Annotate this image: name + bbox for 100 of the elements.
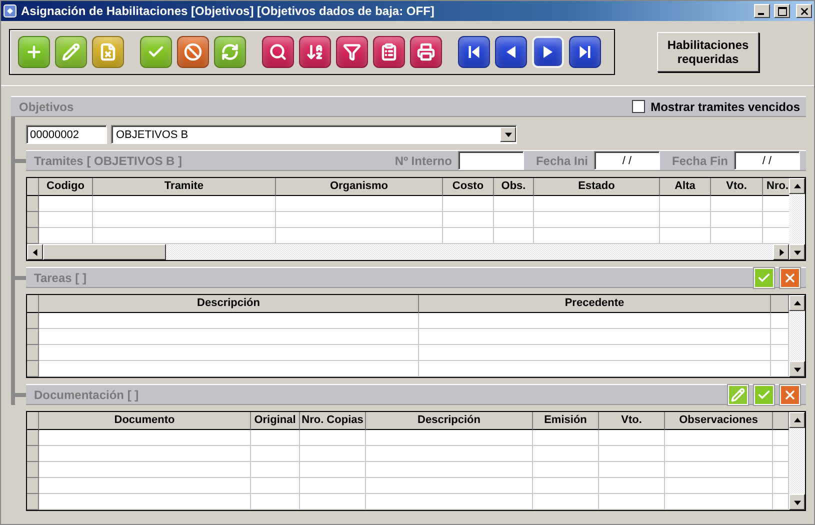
row-header[interactable]	[27, 430, 39, 446]
maximize-button[interactable]	[774, 4, 790, 18]
section-title: Documentación [ ]	[34, 388, 140, 402]
column-header[interactable]: Vto.	[711, 178, 763, 196]
row-header[interactable]	[27, 212, 39, 228]
column-header[interactable]: Obs.	[494, 178, 534, 196]
field-label: Fecha Ini	[536, 154, 588, 168]
last-record-button[interactable]	[569, 36, 601, 68]
minimize-button[interactable]	[754, 4, 770, 18]
scroll-down-button[interactable]	[789, 361, 805, 377]
table-cell	[443, 212, 494, 228]
column-header[interactable]: Descripción	[39, 295, 419, 313]
row-header[interactable]	[27, 446, 39, 462]
required-button[interactable]: Habilitaciones requeridas	[657, 32, 759, 72]
table-cell	[251, 462, 300, 478]
table-cell	[494, 212, 534, 228]
row-header[interactable]	[27, 196, 39, 212]
table-cell	[599, 462, 665, 478]
horizontal-scrollbar[interactable]	[27, 244, 789, 260]
add-button[interactable]	[18, 36, 50, 68]
column-header[interactable]: Vto.	[599, 412, 665, 430]
check-icon	[757, 270, 771, 284]
first-record-button[interactable]	[458, 36, 490, 68]
table-cell	[711, 196, 763, 212]
pencil-icon	[62, 43, 80, 61]
scroll-right-button[interactable]	[773, 244, 789, 260]
row-header[interactable]	[27, 478, 39, 494]
scroll-down-button[interactable]	[789, 244, 805, 260]
column-header[interactable]: Original	[251, 412, 300, 430]
row-header[interactable]	[27, 462, 39, 478]
refresh-button[interactable]	[214, 36, 246, 68]
checkbox[interactable]	[632, 100, 645, 113]
vertical-scrollbar[interactable]	[789, 295, 805, 377]
header-filler	[773, 412, 789, 430]
window-title: Asignación de Habilitaciones [Objetivos] [Objetivos dados de baja: OFF]	[21, 4, 436, 18]
column-header[interactable]: Estado	[534, 178, 660, 196]
column-header[interactable]: Descripción	[366, 412, 533, 430]
previous-record-button[interactable]	[495, 36, 527, 68]
row-header[interactable]	[27, 329, 39, 345]
accept-button[interactable]	[140, 36, 172, 68]
section-title: Tramites [ OBJETIVOS B ]	[34, 154, 184, 168]
scroll-up-button[interactable]	[789, 295, 805, 311]
close-button[interactable]	[796, 4, 812, 18]
vertical-scrollbar[interactable]	[789, 412, 805, 510]
table-cell	[533, 430, 599, 446]
header-corner	[27, 295, 39, 313]
edit-button[interactable]	[55, 36, 87, 68]
delete-button[interactable]	[92, 36, 124, 68]
filter-button[interactable]	[336, 36, 368, 68]
column-header[interactable]: Documento	[39, 412, 251, 430]
column-header[interactable]: Emisión	[533, 412, 599, 430]
column-header[interactable]: Precedente	[419, 295, 771, 313]
row-header[interactable]	[27, 361, 39, 377]
table-cell	[251, 478, 300, 494]
input-field[interactable]: / /	[594, 151, 660, 170]
sort-icon	[306, 43, 324, 61]
printer-icon	[417, 43, 435, 61]
column-header[interactable]: Observaciones	[665, 412, 773, 430]
close-icon	[783, 388, 797, 402]
input-field[interactable]: / /	[734, 151, 800, 170]
table-cell	[599, 446, 665, 462]
data-table[interactable]: Documento Original Nro. Copias Descripción Emisión Vto. Observaciones	[26, 411, 806, 511]
column-header[interactable]: Organismo	[276, 178, 443, 196]
table-cell	[533, 494, 599, 510]
section-title: Objetivos	[19, 100, 75, 114]
vertical-scrollbar[interactable]	[789, 178, 805, 260]
print-button[interactable]	[410, 36, 442, 68]
data-table[interactable]: Codigo Tramite Organismo Costo Obs. Estado Alta Vto. Nro.	[26, 177, 806, 261]
scroll-left-button[interactable]	[27, 244, 43, 260]
table-cell	[599, 478, 665, 494]
row-header[interactable]	[27, 494, 39, 510]
next-record-button[interactable]	[532, 36, 564, 68]
scroll-down-button[interactable]	[789, 494, 805, 510]
data-table[interactable]: Descripción Precedente	[26, 294, 806, 378]
table-cell	[599, 494, 665, 510]
objective-dropdown[interactable]: OBJETIVOS B	[111, 125, 517, 144]
row-header[interactable]	[27, 345, 39, 361]
header-corner	[27, 412, 39, 430]
row-header[interactable]	[27, 313, 39, 329]
report-button[interactable]	[373, 36, 405, 68]
table-cell	[660, 212, 711, 228]
cancel-button[interactable]	[177, 36, 209, 68]
column-header[interactable]: Tramite	[93, 178, 276, 196]
pencil-icon	[731, 388, 745, 402]
scroll-up-button[interactable]	[789, 412, 805, 428]
scroll-thumb[interactable]	[43, 244, 166, 260]
column-header[interactable]: Costo	[443, 178, 494, 196]
table-cell	[251, 494, 300, 510]
right-arrow-icon	[778, 248, 784, 256]
code-field[interactable]: 00000002	[26, 125, 107, 144]
down-arrow-icon	[794, 498, 800, 506]
input-field[interactable]	[458, 151, 524, 170]
scroll-up-button[interactable]	[789, 178, 805, 194]
column-header[interactable]: Alta	[660, 178, 711, 196]
column-header[interactable]: Codigo	[39, 178, 93, 196]
up-arrow-icon	[794, 416, 800, 424]
column-header[interactable]: Nro. Copias	[300, 412, 366, 430]
search-button[interactable]	[262, 36, 294, 68]
sort-button[interactable]	[299, 36, 331, 68]
table-cell	[443, 196, 494, 212]
